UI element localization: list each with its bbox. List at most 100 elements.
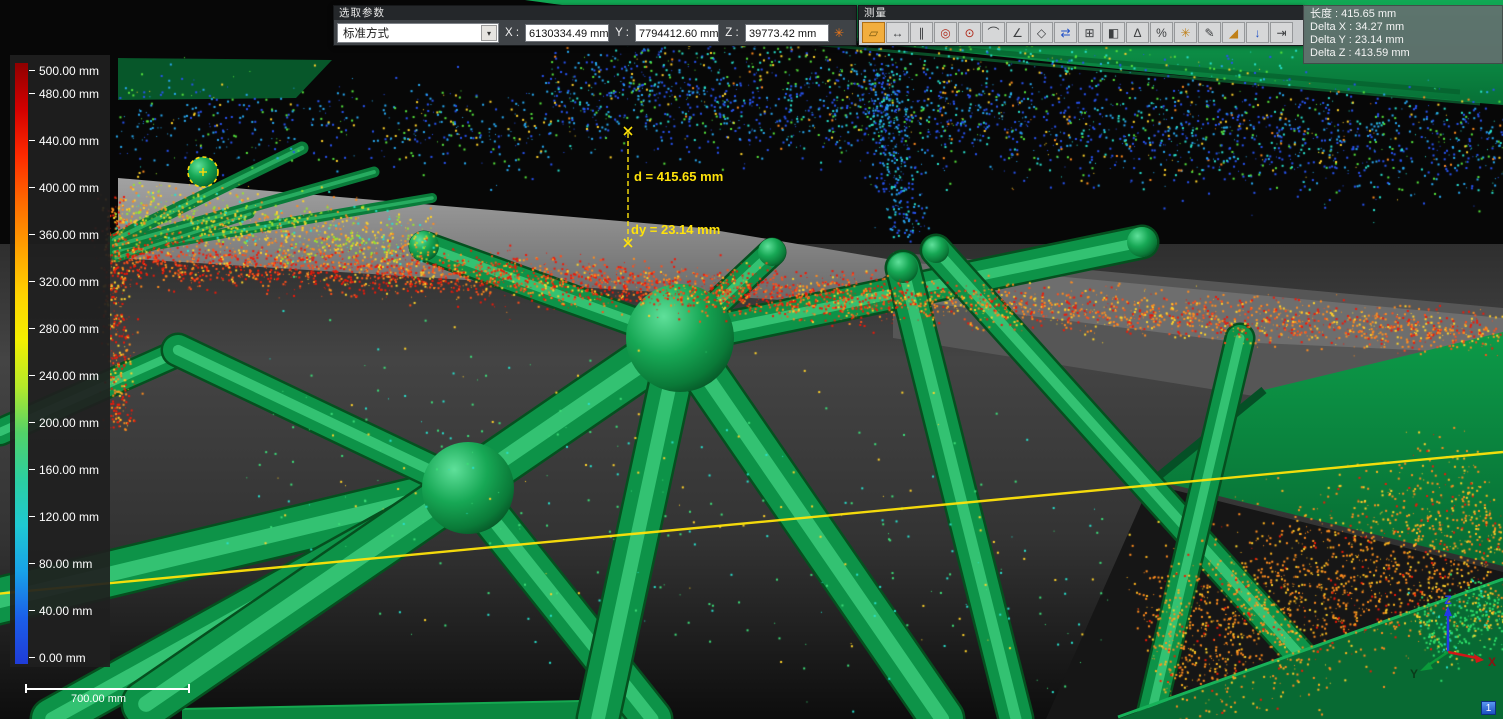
parallel-distance-icon: ∥ (919, 26, 925, 40)
diagonal-measure-icon: ◇ (1037, 26, 1046, 40)
measurement-info-box: 长度 : 415.65 mmDelta X : 34.27 mmDelta Y … (1303, 5, 1503, 64)
color-scale-label: 240.00 mm (39, 370, 99, 383)
angle-measure-icon: ∠ (1012, 26, 1023, 40)
scale-bar-tick (25, 684, 27, 693)
roof-panel-top-left (118, 58, 332, 100)
arc-measure-icon: ⌒ (987, 24, 999, 41)
snap-point-icon[interactable]: ✳ (831, 26, 847, 40)
percent-slope-icon: % (1156, 26, 1167, 40)
tool-parallel-distance-button[interactable]: ∥ (910, 22, 933, 43)
color-scale-tick (29, 610, 35, 611)
color-scale-label: 440.00 mm (39, 135, 99, 148)
measurement-info-line: Delta Y : 23.14 mm (1310, 34, 1496, 47)
export-results-icon: ↓ (1255, 26, 1261, 40)
tool-plane-section-button[interactable]: ◢ (1222, 22, 1245, 43)
measurement-info-lines: 长度 : 415.65 mmDelta X : 34.27 mmDelta Y … (1310, 8, 1496, 60)
measurement-info-line: 长度 : 415.65 mm (1310, 8, 1496, 21)
tool-linear-distance-button[interactable]: ▱ (862, 22, 885, 43)
color-scale-label: 400.00 mm (39, 182, 99, 195)
surface-compare-icon: ◧ (1108, 26, 1119, 40)
selection-panel-title: 选取参数 (334, 6, 856, 20)
color-scale-tick (29, 140, 35, 141)
color-scale-label: 360.00 mm (39, 229, 99, 242)
tool-circle-diameter-button[interactable]: ⊙ (958, 22, 981, 43)
circle-radius-icon: ◎ (940, 26, 950, 40)
selection-parameters-panel: 选取参数 标准方式 ▾ X : 6130334.49 mm Y : 779441… (333, 5, 857, 46)
color-scale-tick (29, 657, 35, 658)
color-scale-tick (29, 234, 35, 235)
measure-toolbar-buttons: ▱ ↔ ∥ ◎ ⊙ ⌒ ∠ ◇ ⇄ ⊞ ◧ Δ% ✳ ✎ ◢ ↓ ⇥ (859, 20, 1303, 45)
tool-diagonal-measure-button[interactable]: ◇ (1030, 22, 1053, 43)
sphere-joint-secondary (422, 442, 514, 534)
horizontal-distance-icon: ↔ (892, 26, 904, 40)
color-scale-tick (29, 469, 35, 470)
color-scale-tick (29, 375, 35, 376)
viewport-3d-scene[interactable] (0, 0, 1503, 719)
z-coordinate-label: Z : (721, 27, 743, 39)
color-scale-label: 280.00 mm (39, 323, 99, 336)
color-scale-label: 480.00 mm (39, 88, 99, 101)
scale-bar-line (25, 688, 190, 690)
color-scale-tick (29, 516, 35, 517)
color-scale-label: 320.00 mm (39, 276, 99, 289)
color-scale-label: 80.00 mm (39, 558, 92, 571)
color-scale-label: 120.00 mm (39, 511, 99, 524)
application-window: d = 415.65 mm dy = 23.14 mm Z X Y 500.00… (0, 0, 1503, 719)
tool-circle-radius-button[interactable]: ◎ (934, 22, 957, 43)
selection-panel-controls: 标准方式 ▾ X : 6130334.49 mm Y : 7794412.60 … (334, 20, 856, 45)
y-coordinate-label: Y : (611, 27, 633, 39)
color-scale-label: 200.00 mm (39, 417, 99, 430)
measurement-info-line: Delta Z : 413.59 mm (1310, 47, 1496, 60)
color-scale-tick (29, 187, 35, 188)
color-scale-label: 0.00 mm (39, 652, 86, 665)
measurement-info-line: Delta X : 34.27 mm (1310, 21, 1496, 34)
color-scale-strip (15, 63, 28, 664)
selection-mode-dropdown[interactable]: 标准方式 ▾ (337, 23, 499, 43)
tool-grid-measure-button[interactable]: ⊞ (1078, 22, 1101, 43)
scale-bar: 700.00 mm (25, 680, 190, 705)
color-scale-tick (29, 93, 35, 94)
tool-close-measure-button[interactable]: ⇥ (1270, 22, 1293, 43)
close-measure-icon: ⇥ (1276, 26, 1286, 40)
scale-bar-label: 700.00 mm (71, 693, 190, 705)
tool-percent-slope-button[interactable]: % (1150, 22, 1173, 43)
linear-distance-icon: ▱ (869, 26, 878, 40)
measure-toolbar-title: 测量 (859, 6, 1303, 20)
x-coordinate-field[interactable]: 6130334.49 mm (525, 24, 609, 42)
color-scale-label: 160.00 mm (39, 464, 99, 477)
sphere-joint-main (626, 284, 734, 392)
selection-mode-value: 标准方式 (343, 25, 389, 41)
tool-delta-measure-button[interactable]: Δ (1126, 22, 1149, 43)
color-scale-tick (29, 422, 35, 423)
measure-toolbar: 测量 ▱ ↔ ∥ ◎ ⊙ ⌒ ∠ ◇ ⇄ ⊞ ◧ Δ% ✳ ✎ ◢ ↓ ⇥ (858, 5, 1304, 46)
y-coordinate-field[interactable]: 7794412.60 mm (635, 24, 719, 42)
tool-surface-compare-button[interactable]: ◧ (1102, 22, 1125, 43)
chevron-down-icon[interactable]: ▾ (481, 25, 497, 41)
tool-horizontal-distance-button[interactable]: ↔ (886, 22, 909, 43)
grid-measure-icon: ⊞ (1084, 26, 1094, 40)
tool-export-results-button[interactable]: ↓ (1246, 22, 1269, 43)
coordinate-readout-icon: ✳ (1180, 26, 1190, 40)
x-coordinate-label: X : (501, 27, 523, 39)
point-pair-icon: ⇄ (1060, 26, 1070, 40)
color-scale-tick (29, 328, 35, 329)
color-scale-tick (29, 70, 35, 71)
tool-annotate-button[interactable]: ✎ (1198, 22, 1221, 43)
status-badge[interactable]: 1 (1481, 701, 1496, 715)
plane-section-icon: ◢ (1229, 26, 1238, 40)
color-scale-label: 500.00 mm (39, 65, 99, 78)
color-scale-legend: 500.00 mm 480.00 mm 440.00 mm 400.00 mm 360.… (10, 55, 110, 667)
annotate-icon: ✎ (1204, 26, 1214, 40)
scale-bar-tick (188, 684, 190, 693)
tool-arc-measure-button[interactable]: ⌒ (982, 22, 1005, 43)
color-scale-label: 40.00 mm (39, 605, 92, 618)
z-coordinate-field[interactable]: 39773.42 mm (745, 24, 829, 42)
color-scale-tick (29, 563, 35, 564)
sphere-joint-small (188, 157, 218, 187)
tool-angle-measure-button[interactable]: ∠ (1006, 22, 1029, 43)
tool-coordinate-readout-button[interactable]: ✳ (1174, 22, 1197, 43)
circle-diameter-icon: ⊙ (964, 26, 974, 40)
tool-point-pair-button[interactable]: ⇄ (1054, 22, 1077, 43)
delta-measure-icon: Δ (1133, 26, 1141, 40)
color-scale-tick (29, 281, 35, 282)
